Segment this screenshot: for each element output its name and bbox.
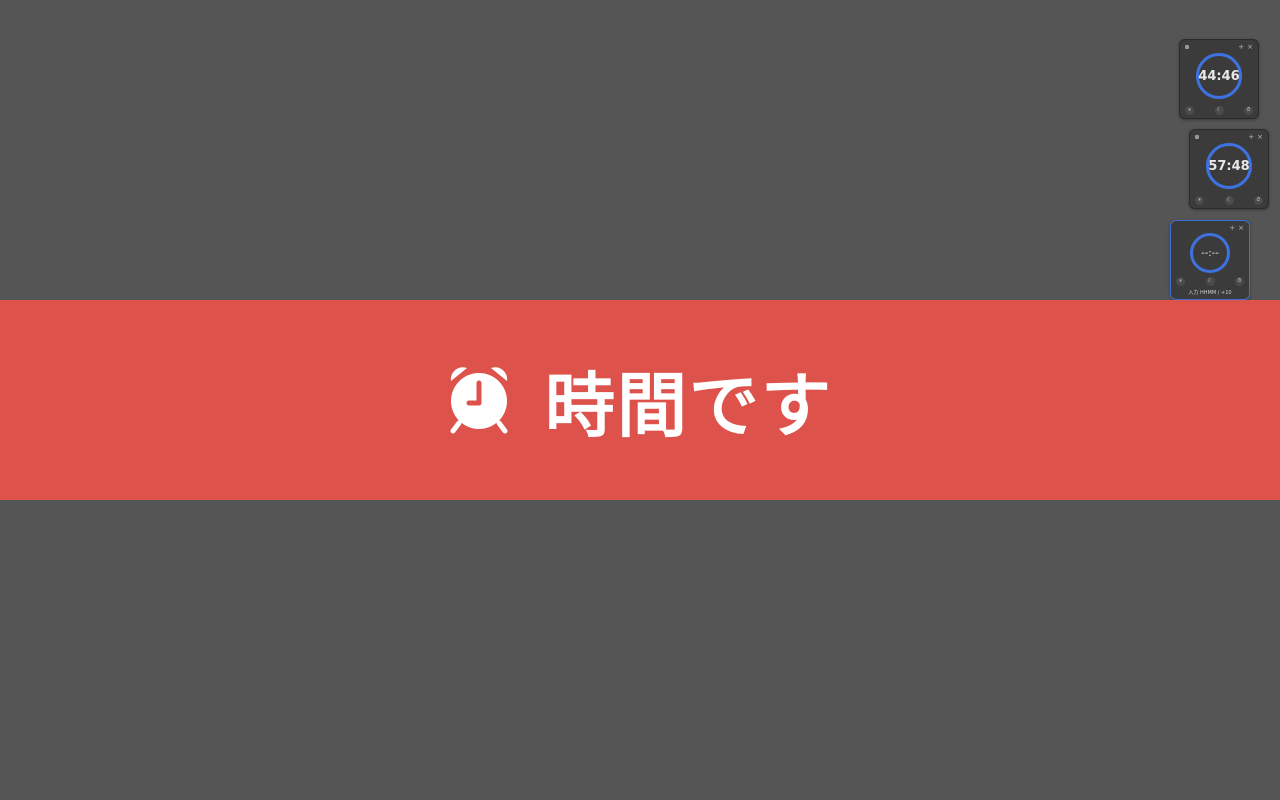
alarm-clock-icon <box>450 367 508 434</box>
timer-icon[interactable]: ⏱ <box>1244 105 1253 115</box>
alarm-banner[interactable]: 時間です <box>0 300 1280 500</box>
widget-toolbar: ⏸ ☾ ⏱ <box>1185 105 1253 115</box>
widget-toolbar: ⏸ ☾ ⏱ <box>1176 276 1244 286</box>
pause-icon[interactable]: ⏸ <box>1185 105 1194 115</box>
timer-ring: 44:46 <box>1196 53 1242 99</box>
add-button[interactable]: + <box>1229 223 1235 233</box>
widget-controls: + × <box>1248 132 1263 142</box>
timer-input-display[interactable]: --:-- <box>1201 248 1219 259</box>
add-button[interactable]: + <box>1238 42 1244 52</box>
drag-handle-icon[interactable] <box>1195 135 1199 139</box>
moon-icon[interactable]: ☾ <box>1205 276 1215 286</box>
timer-icon[interactable]: ⏱ <box>1254 195 1263 205</box>
moon-icon[interactable]: ☾ <box>1224 195 1234 205</box>
alarm-message: 時間です <box>545 364 833 447</box>
timer-display: 57:48 <box>1208 158 1250 174</box>
desktop: + × 44:46 ⏸ ☾ ⏱ + × 57:48 ⏸ ☾ ⏱ + × --:-… <box>0 0 1280 800</box>
widget-toolbar: ⏸ ☾ ⏱ <box>1195 195 1263 205</box>
pause-icon[interactable]: ⏸ <box>1195 195 1204 205</box>
input-hint: 入力 HHMM / +10 <box>1188 290 1232 296</box>
close-button[interactable]: × <box>1238 223 1244 233</box>
timer-ring[interactable]: --:-- <box>1190 233 1230 273</box>
timer-widget-3[interactable]: + × --:-- ⏸ ☾ ⏱ 入力 HHMM / +10 <box>1170 220 1250 300</box>
timer-icon[interactable]: ⏱ <box>1235 276 1244 286</box>
timer-display: 44:46 <box>1198 68 1240 84</box>
timer-widget-2[interactable]: + × 57:48 ⏸ ☾ ⏱ <box>1189 129 1269 209</box>
close-button[interactable]: × <box>1257 132 1263 142</box>
add-button[interactable]: + <box>1248 132 1254 142</box>
widget-controls: + × <box>1229 223 1244 233</box>
pause-icon[interactable]: ⏸ <box>1176 276 1185 286</box>
drag-handle-icon[interactable] <box>1185 45 1189 49</box>
timer-widget-1[interactable]: + × 44:46 ⏸ ☾ ⏱ <box>1179 39 1259 119</box>
timer-ring: 57:48 <box>1206 143 1252 189</box>
close-button[interactable]: × <box>1247 42 1253 52</box>
banner-content: 時間です <box>447 350 833 451</box>
widget-controls: + × <box>1238 42 1253 52</box>
moon-icon[interactable]: ☾ <box>1214 105 1224 115</box>
